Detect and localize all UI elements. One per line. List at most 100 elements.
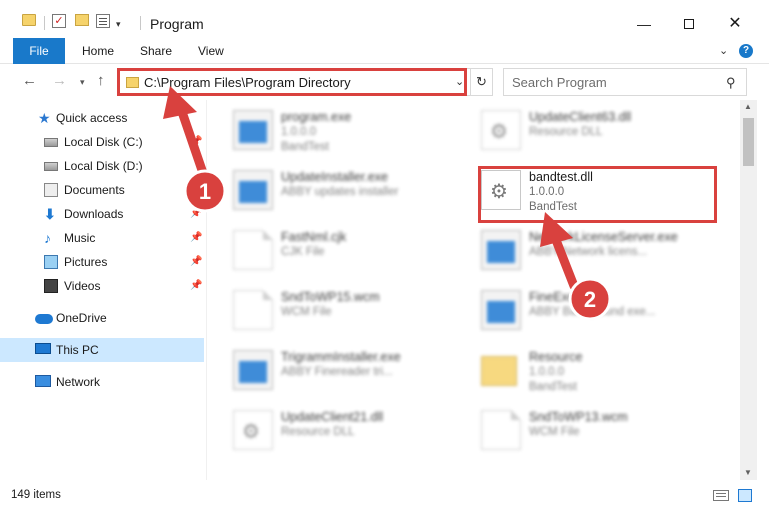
minimize-button[interactable]: — bbox=[629, 12, 659, 36]
sidebar-item-label: Downloads bbox=[64, 207, 124, 221]
pin-icon[interactable]: 📌 bbox=[190, 280, 202, 291]
tab-view[interactable]: View bbox=[198, 38, 224, 64]
file-item[interactable]: FineExecutive ABBY Background exe... bbox=[457, 282, 707, 338]
tab-home[interactable]: Home bbox=[82, 38, 114, 64]
maximize-icon bbox=[684, 18, 694, 29]
file-name: UpdateClient21.dll bbox=[281, 410, 384, 424]
file-highlight-box bbox=[478, 166, 717, 223]
network-icon bbox=[35, 375, 51, 387]
search-icon[interactable]: ⚲ bbox=[726, 75, 736, 91]
file-item[interactable]: SndToWP13.wcm WCM File bbox=[457, 402, 707, 458]
file-list: program.exe 1.0.0.0 BandTest UpdateClien… bbox=[207, 100, 740, 480]
scroll-down-icon[interactable]: ▼ bbox=[744, 468, 752, 477]
file-detail: CJK File bbox=[281, 246, 325, 258]
help-icon[interactable]: ? bbox=[739, 44, 753, 58]
properties-check-icon[interactable]: ✓ bbox=[52, 14, 66, 28]
sidebar-item-local-disk-d[interactable]: Local Disk (D:) bbox=[0, 154, 204, 178]
dll-gear-icon bbox=[233, 410, 273, 450]
tab-share[interactable]: Share bbox=[140, 38, 172, 64]
document-icon bbox=[481, 410, 521, 450]
disk-icon bbox=[44, 138, 58, 147]
sidebar-item-documents[interactable]: Documents 📌 bbox=[0, 178, 204, 202]
status-bar: 149 items bbox=[0, 480, 769, 510]
file-item[interactable]: UpdateClient63.dll Resource DLL bbox=[457, 102, 707, 158]
details-view-icon[interactable] bbox=[713, 490, 729, 501]
documents-icon bbox=[44, 183, 58, 197]
document-icon bbox=[233, 290, 273, 330]
pin-icon[interactable]: 📌 bbox=[190, 208, 202, 219]
divider bbox=[44, 16, 45, 30]
sidebar-item-label: Local Disk (C:) bbox=[64, 135, 143, 149]
document-icon bbox=[233, 230, 273, 270]
pin-icon[interactable]: 📌 bbox=[190, 256, 202, 267]
file-detail: 1.0.0.0 bbox=[281, 126, 317, 138]
sidebar-item-label: Quick access bbox=[56, 111, 128, 125]
dll-gear-icon bbox=[481, 110, 521, 150]
refresh-button[interactable]: ↻ bbox=[470, 69, 492, 95]
sidebar-item-onedrive[interactable]: OneDrive bbox=[0, 306, 204, 330]
pc-icon bbox=[35, 343, 51, 354]
sidebar-item-music[interactable]: ♪ Music 📌 bbox=[0, 226, 204, 250]
file-item[interactable]: FastNml.cjk CJK File bbox=[209, 222, 459, 278]
sidebar-item-this-pc[interactable]: This PC bbox=[0, 338, 204, 362]
application-icon bbox=[481, 290, 521, 330]
onedrive-icon bbox=[35, 314, 53, 324]
pin-icon[interactable]: 📌 bbox=[190, 232, 202, 243]
pin-icon[interactable]: 📌 bbox=[190, 184, 202, 195]
folder-icon bbox=[22, 14, 36, 26]
maximize-button[interactable] bbox=[674, 12, 704, 36]
application-icon bbox=[233, 110, 273, 150]
sidebar-item-label: OneDrive bbox=[56, 311, 107, 325]
file-name: UpdateClient63.dll bbox=[529, 110, 632, 124]
close-button[interactable]: ✕ bbox=[720, 12, 750, 36]
file-detail: BandTest bbox=[529, 381, 577, 393]
sidebar-item-videos[interactable]: Videos 📌 bbox=[0, 274, 204, 298]
file-item[interactable]: UpdateInstaller.exe ABBY updates install… bbox=[209, 162, 459, 218]
file-name: UpdateInstaller.exe bbox=[281, 170, 389, 184]
file-item[interactable]: SndToWP15.wcm WCM File bbox=[209, 282, 459, 338]
navigation-pane: ★ Quick access Local Disk (C:) 📌 Local D… bbox=[0, 100, 206, 480]
file-item[interactable]: TrigrammInstaller.exe ABBY Finereader tr… bbox=[209, 342, 459, 398]
file-name: SndToWP13.wcm bbox=[529, 410, 628, 424]
downloads-icon: ⬇ bbox=[44, 206, 56, 222]
star-icon: ★ bbox=[38, 110, 51, 126]
file-detail: ABBY Finereader tri... bbox=[281, 366, 393, 378]
search-input[interactable]: Search Program bbox=[512, 75, 607, 90]
file-name: FastNml.cjk bbox=[281, 230, 347, 244]
file-detail: WCM File bbox=[281, 306, 332, 318]
file-name: Resource bbox=[529, 350, 583, 364]
file-detail: ABBY Network licens... bbox=[529, 246, 648, 258]
sidebar-item-quick-access[interactable]: ★ Quick access bbox=[0, 106, 204, 130]
file-item[interactable]: NetworkLicenseServer.exe ABBY Network li… bbox=[457, 222, 707, 278]
folder-item[interactable]: Resource 1.0.0.0 BandTest bbox=[457, 342, 707, 398]
expand-ribbon-chevron-icon[interactable]: ⌄ bbox=[719, 44, 728, 57]
sidebar-item-pictures[interactable]: Pictures 📌 bbox=[0, 250, 204, 274]
sidebar-item-downloads[interactable]: ⬇ Downloads 📌 bbox=[0, 202, 204, 226]
vertical-scrollbar[interactable]: ▲ ▼ bbox=[740, 100, 757, 480]
file-detail: ABBY Background exe... bbox=[529, 306, 656, 318]
sidebar-item-network[interactable]: Network bbox=[0, 370, 204, 394]
up-button[interactable]: ↑ bbox=[97, 72, 105, 89]
file-name: NetworkLicenseServer.exe bbox=[529, 230, 678, 244]
customize-toolbar-chevron-icon[interactable]: ▾ bbox=[116, 14, 121, 34]
sidebar-item-local-disk-c[interactable]: Local Disk (C:) 📌 bbox=[0, 130, 204, 154]
sidebar-item-label: Music bbox=[64, 231, 96, 245]
file-detail: WCM File bbox=[529, 426, 580, 438]
pin-icon[interactable]: 📌 bbox=[190, 136, 202, 147]
search-box[interactable]: Search Program ⚲ bbox=[503, 68, 747, 96]
tab-file[interactable]: File bbox=[13, 38, 65, 64]
scrollbar-thumb[interactable] bbox=[743, 118, 754, 166]
scroll-up-icon[interactable]: ▲ bbox=[744, 102, 752, 111]
back-button[interactable]: ← bbox=[22, 72, 37, 89]
address-highlight-box bbox=[117, 68, 467, 96]
large-icons-view-icon[interactable] bbox=[738, 489, 752, 502]
forward-button[interactable]: → bbox=[52, 72, 67, 89]
file-item[interactable]: UpdateClient21.dll Resource DLL bbox=[209, 402, 459, 458]
file-item[interactable]: program.exe 1.0.0.0 BandTest bbox=[209, 102, 459, 158]
recent-locations-chevron-icon[interactable]: ▾ bbox=[80, 77, 85, 88]
file-detail: ABBY updates installer bbox=[281, 186, 399, 198]
file-name: SndToWP15.wcm bbox=[281, 290, 380, 304]
new-folder-icon[interactable] bbox=[75, 14, 89, 26]
file-detail: BandTest bbox=[281, 141, 329, 153]
properties-icon[interactable] bbox=[96, 14, 110, 28]
